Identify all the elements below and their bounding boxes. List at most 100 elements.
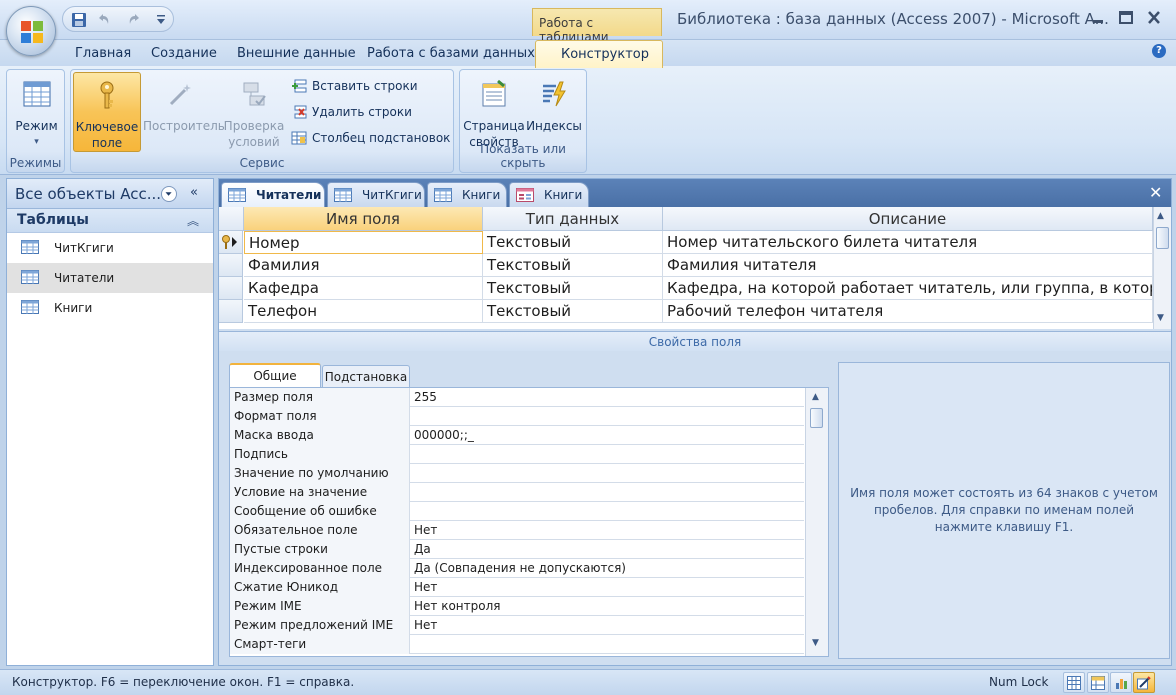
- grid-corner[interactable]: [219, 207, 244, 231]
- property-value[interactable]: [411, 483, 804, 502]
- property-row[interactable]: Обязательное поле Нет: [230, 521, 804, 540]
- nav-menu-dropdown-icon[interactable]: [161, 186, 177, 202]
- description-cell[interactable]: Номер читательского билета читателя: [663, 231, 1153, 254]
- office-button[interactable]: [6, 6, 56, 56]
- validation-icon: [243, 82, 266, 106]
- row-selector[interactable]: [219, 231, 243, 254]
- nav-group-tables[interactable]: Таблицы ︽: [7, 209, 213, 233]
- row-selector[interactable]: [219, 277, 243, 300]
- property-value[interactable]: [411, 502, 804, 521]
- redo-icon[interactable]: [127, 12, 143, 28]
- design-view-button[interactable]: [1133, 672, 1155, 693]
- field-name-cell[interactable]: Фамилия: [244, 254, 483, 277]
- description-cell[interactable]: Фамилия читателя: [663, 254, 1153, 277]
- scroll-up-icon[interactable]: ▲: [1157, 211, 1164, 221]
- property-sheet-button[interactable]: Страница свойств: [463, 72, 525, 152]
- tab-home[interactable]: Главная: [75, 46, 131, 61]
- field-grid-scrollbar[interactable]: ▲ ▼: [1153, 207, 1171, 329]
- property-value[interactable]: [411, 464, 804, 483]
- property-row[interactable]: Смарт-теги: [230, 635, 804, 654]
- test-validation-button[interactable]: Проверка условий: [221, 72, 287, 152]
- primary-key-button[interactable]: Ключевое поле: [73, 72, 141, 152]
- doc-tab-knigi[interactable]: Книги: [427, 182, 507, 207]
- header-data-type[interactable]: Тип данных: [483, 207, 663, 231]
- help-icon[interactable]: ?: [1152, 44, 1166, 58]
- scroll-down-icon[interactable]: ▼: [812, 638, 819, 648]
- minimize-button[interactable]: [1087, 8, 1109, 28]
- property-value[interactable]: Да: [411, 540, 804, 559]
- nav-header[interactable]: Все объекты Acc... «: [7, 179, 213, 209]
- property-row[interactable]: Режим предложений IME Нет: [230, 616, 804, 635]
- property-row[interactable]: Пустые строки Да: [230, 540, 804, 559]
- property-row[interactable]: Значение по умолчанию: [230, 464, 804, 483]
- property-row[interactable]: Формат поля: [230, 407, 804, 426]
- field-name-cell[interactable]: Кафедра: [244, 277, 483, 300]
- description-cell[interactable]: Рабочий телефон читателя: [663, 300, 1153, 323]
- property-value[interactable]: [411, 445, 804, 464]
- row-selector[interactable]: [219, 254, 243, 277]
- property-row[interactable]: Сжатие Юникод Нет: [230, 578, 804, 597]
- minimize-icon: [1093, 20, 1103, 23]
- header-description[interactable]: Описание: [663, 207, 1153, 231]
- property-value[interactable]: Нет: [411, 578, 804, 597]
- scroll-up-icon[interactable]: ▲: [812, 392, 819, 402]
- scroll-thumb[interactable]: [1156, 227, 1169, 249]
- tab-database-tools[interactable]: Работа с базами данных: [367, 46, 535, 61]
- undo-icon[interactable]: [95, 12, 111, 28]
- nav-item-chitateli[interactable]: Читатели: [7, 263, 213, 293]
- property-value[interactable]: [411, 407, 804, 426]
- property-value[interactable]: Нет: [411, 616, 804, 635]
- property-row[interactable]: Условие на значение: [230, 483, 804, 502]
- property-row[interactable]: Сообщение об ошибке: [230, 502, 804, 521]
- close-window-button[interactable]: [1143, 8, 1165, 28]
- property-value[interactable]: 255: [411, 388, 804, 407]
- doc-tab-knigi-form[interactable]: Книги: [509, 182, 589, 207]
- data-type-cell[interactable]: Текстовый: [483, 231, 663, 254]
- datasheet-view-button[interactable]: [1063, 672, 1085, 693]
- doc-tab-chitateli[interactable]: Читатели: [221, 182, 325, 207]
- doc-tab-label: ЧитКгиги: [362, 188, 422, 202]
- description-cell[interactable]: Кафедра, на которой работает читатель, и…: [663, 277, 1153, 300]
- property-row[interactable]: Индексированное поле Да (Совпадения не до…: [230, 559, 804, 578]
- nav-item-knigi[interactable]: Книги: [7, 293, 213, 323]
- save-icon[interactable]: [71, 12, 87, 28]
- property-row[interactable]: Размер поля 255: [230, 388, 804, 407]
- property-value[interactable]: [411, 635, 804, 654]
- close-document-icon[interactable]: ✕: [1149, 183, 1162, 202]
- pivot-table-view-button[interactable]: [1087, 672, 1109, 693]
- tab-lookup[interactable]: Подстановка: [322, 365, 410, 387]
- indexes-button[interactable]: Индексы: [525, 72, 583, 152]
- scroll-down-icon[interactable]: ▼: [1157, 313, 1164, 323]
- scroll-thumb[interactable]: [810, 408, 823, 428]
- property-value[interactable]: 000000;;_: [411, 426, 804, 445]
- tab-general[interactable]: Общие: [229, 363, 321, 387]
- nav-item-chitkgigi[interactable]: ЧитКгиги: [7, 233, 213, 263]
- tab-external-data[interactable]: Внешние данные: [237, 46, 356, 61]
- chevron-up-icon[interactable]: ︽: [187, 212, 199, 229]
- field-name-cell[interactable]: Телефон: [244, 300, 483, 323]
- property-row[interactable]: Подпись: [230, 445, 804, 464]
- group-views-label: Режимы: [9, 156, 62, 170]
- property-value[interactable]: Нет: [411, 521, 804, 540]
- data-type-cell[interactable]: Текстовый: [483, 277, 663, 300]
- data-type-cell[interactable]: Текстовый: [483, 300, 663, 323]
- field-name-cell[interactable]: Номер: [244, 231, 483, 254]
- row-selector[interactable]: [219, 300, 243, 323]
- data-type-cell[interactable]: Текстовый: [483, 254, 663, 277]
- pivot-chart-view-button[interactable]: [1110, 672, 1132, 693]
- property-grid-scrollbar[interactable]: ▲ ▼: [805, 388, 828, 656]
- tab-design-label: Конструктор: [561, 47, 649, 62]
- customize-qat-icon[interactable]: [155, 13, 167, 27]
- builder-button[interactable]: Построитель: [143, 72, 225, 152]
- tab-design[interactable]: Конструктор: [535, 40, 663, 68]
- property-row[interactable]: Режим IME Нет контроля: [230, 597, 804, 616]
- header-field-name[interactable]: Имя поля: [244, 207, 483, 231]
- maximize-button[interactable]: [1115, 8, 1137, 28]
- doc-tab-chitkgigi[interactable]: ЧитКгиги: [327, 182, 425, 207]
- property-row[interactable]: Маска ввода 000000;;_: [230, 426, 804, 445]
- view-button[interactable]: Режим ▾: [9, 72, 64, 152]
- property-value[interactable]: Да (Совпадения не допускаются): [411, 559, 804, 578]
- collapse-pane-icon[interactable]: «: [190, 185, 198, 200]
- tab-create[interactable]: Создание: [151, 46, 217, 61]
- property-value[interactable]: Нет контроля: [411, 597, 804, 616]
